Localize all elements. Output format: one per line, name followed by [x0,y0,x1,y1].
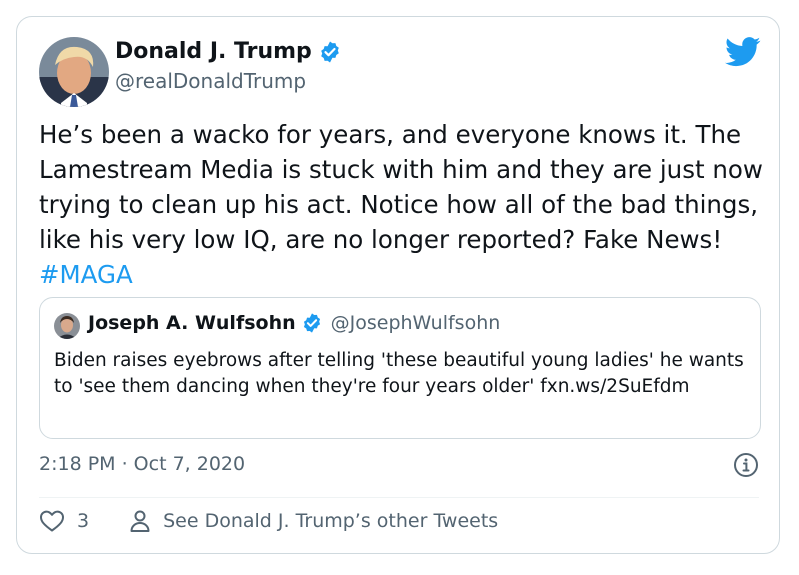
author-name-text[interactable]: Donald J. Trump [115,39,312,64]
tweet-actions: 3 See Donald J. Trump’s other Tweets [39,509,498,533]
other-tweets-label[interactable]: See Donald J. Trump’s other Tweets [163,510,498,532]
like-button[interactable]: 3 [39,509,89,533]
quoted-author-avatar[interactable] [54,313,80,339]
verified-badge-icon [318,40,342,64]
author-avatar[interactable] [39,37,109,107]
twitter-bird-icon[interactable] [725,37,761,67]
tweet-card: Donald J. Trump @realDonaldTrump He’s be… [16,16,780,554]
like-count: 3 [77,510,90,532]
quoted-tweet[interactable]: Joseph A. Wulfsohn @JosephWulfsohn Biden… [39,297,761,439]
info-icon[interactable] [733,452,759,478]
quoted-author-name[interactable]: Joseph A. Wulfsohn [88,312,296,334]
hashtag-link[interactable]: #MAGA [39,260,133,289]
author-name[interactable]: Donald J. Trump [115,39,342,64]
tweet-body: He’s been a wacko for years, and everyon… [39,120,763,254]
tweet-timestamp[interactable]: 2:18 PM · Oct 7, 2020 [39,453,245,475]
divider [39,497,759,498]
other-tweets-link[interactable]: See Donald J. Trump’s other Tweets [129,509,498,533]
person-icon [129,509,151,533]
quoted-header: Joseph A. Wulfsohn @JosephWulfsohn [88,312,500,334]
author-handle[interactable]: @realDonaldTrump [115,69,306,93]
verified-badge-icon [301,312,323,334]
quoted-tweet-text: Biden raises eyebrows after telling 'the… [54,350,744,397]
tweet-text: He’s been a wacko for years, and everyon… [39,117,769,292]
heart-icon [39,509,65,533]
quoted-author-handle[interactable]: @JosephWulfsohn [331,312,501,334]
